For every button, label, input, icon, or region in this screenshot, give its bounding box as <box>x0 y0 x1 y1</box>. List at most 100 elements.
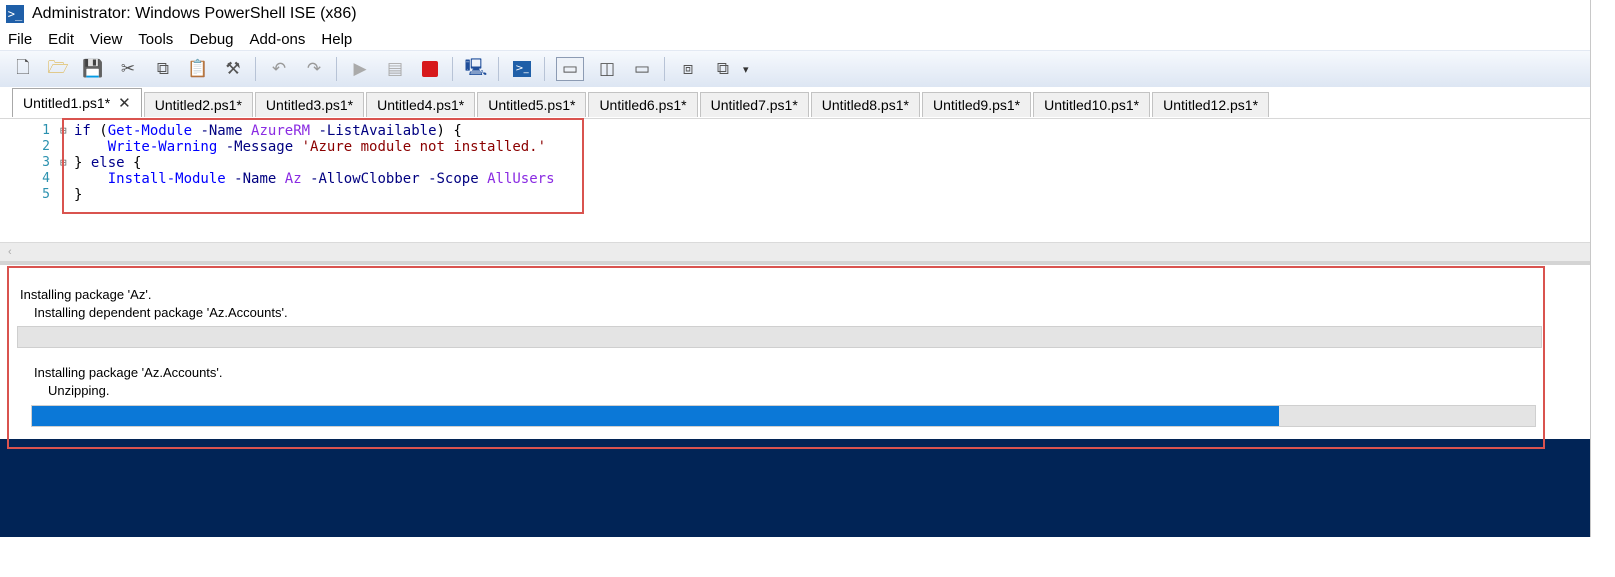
tab-untitled10[interactable]: Untitled10.ps1* <box>1033 92 1151 117</box>
tab-untitled3[interactable]: Untitled3.ps1* <box>254 92 365 117</box>
tab-label: Untitled3.ps1* <box>265 97 354 113</box>
menu-view[interactable]: View <box>90 31 122 48</box>
show-script-max-icon[interactable]: ▭ <box>630 57 654 81</box>
code-token: 'Azure module not installed.' <box>301 139 547 155</box>
code-token: Az <box>284 171 302 187</box>
tab-untitled1[interactable]: Untitled1.ps1* ✕ <box>12 88 142 117</box>
close-icon[interactable]: ✕ <box>118 94 131 112</box>
tab-untitled4[interactable]: Untitled4.ps1* <box>366 92 476 117</box>
tab-label: Untitled9.ps1* <box>932 97 1021 113</box>
progress-activity-1: Installing package 'Az'. <box>20 287 152 302</box>
menu-bar: File Edit View Tools Debug Add-ons Help <box>0 28 1590 50</box>
code-token: Install-Module <box>107 171 226 187</box>
code-token: Write-Warning <box>107 139 218 155</box>
code-token: } <box>74 187 83 203</box>
toolbar-overflow-icon[interactable]: ▾ <box>743 63 749 76</box>
undo-icon[interactable]: ↶ <box>267 57 291 81</box>
menu-help[interactable]: Help <box>321 31 352 48</box>
run-selection-icon[interactable]: ▤ <box>383 57 407 81</box>
code-lines: if (Get-Module -Name AzureRM -ListAvaila… <box>74 123 555 203</box>
show-command-addon-icon[interactable]: ⧉ <box>711 57 735 81</box>
paste-icon[interactable]: 📋 <box>186 57 210 81</box>
code-token: if <box>74 123 91 139</box>
code-line: Write-Warning -Message 'Azure module not… <box>74 139 555 155</box>
line-number: 3 <box>42 155 50 170</box>
code-line: } else { <box>74 155 555 171</box>
code-token: Get-Module <box>107 123 193 139</box>
line-number: 4 <box>42 171 50 186</box>
code-token: ) { <box>436 123 462 139</box>
toolbar-separator <box>544 57 545 81</box>
powershell-ise-window: >_ Administrator: Windows PowerShell ISE… <box>0 0 1591 545</box>
show-command-window-icon[interactable]: ⧈ <box>676 57 700 81</box>
title-bar: >_ Administrator: Windows PowerShell ISE… <box>0 0 1590 28</box>
clear-console-icon[interactable]: ⚒ <box>221 57 245 81</box>
powershell-app-icon: >_ <box>6 5 24 23</box>
tab-untitled2[interactable]: Untitled2.ps1* <box>143 92 253 117</box>
show-script-top-icon[interactable]: ▭ <box>556 57 584 81</box>
remote-powershell-icon[interactable]: 🖳 <box>464 57 488 81</box>
copy-icon[interactable]: ⧉ <box>151 57 175 81</box>
run-script-icon[interactable]: ▶ <box>348 57 372 81</box>
stop-icon[interactable] <box>418 57 442 81</box>
script-tabs: Untitled1.ps1* ✕ Untitled2.ps1* Untitled… <box>0 87 1590 117</box>
tab-label: Untitled7.ps1* <box>710 97 798 113</box>
menu-debug[interactable]: Debug <box>189 31 233 48</box>
code-token: -Scope <box>428 171 479 187</box>
menu-add-ons[interactable]: Add-ons <box>250 31 306 48</box>
tab-untitled5[interactable]: Untitled5.ps1* <box>477 92 587 117</box>
tab-untitled9[interactable]: Untitled9.ps1* <box>921 92 1032 117</box>
code-token: -Name <box>234 171 277 187</box>
code-token: -ListAvailable <box>318 123 437 139</box>
collapse-icon[interactable]: ⊟ <box>60 123 70 139</box>
redo-icon[interactable]: ↷ <box>302 57 326 81</box>
fold-gutter: ⊟ ⊟ <box>60 123 70 203</box>
collapse-icon[interactable]: ⊟ <box>60 155 70 171</box>
code-token: -AllowClobber <box>310 171 420 187</box>
fold-line <box>60 187 70 203</box>
menu-edit[interactable]: Edit <box>48 31 74 48</box>
code-token: { <box>124 155 142 171</box>
save-icon[interactable]: 💾 <box>81 57 105 81</box>
tab-untitled12[interactable]: Untitled12.ps1* <box>1152 92 1270 117</box>
code-line: } <box>74 187 555 203</box>
code-token: AllUsers <box>487 171 555 187</box>
scroll-left-icon[interactable]: ‹ <box>8 243 12 261</box>
fold-line <box>60 139 70 155</box>
open-icon[interactable]: 🗁 <box>46 57 70 81</box>
code-token: else <box>90 155 125 171</box>
line-number: 5 <box>42 187 50 202</box>
menu-tools[interactable]: Tools <box>138 31 173 48</box>
tab-label: Untitled4.ps1* <box>377 97 465 113</box>
powershell-console-icon[interactable]: >_ <box>510 57 534 81</box>
toolbar-separator <box>664 57 665 81</box>
line-number: 2 <box>42 139 50 154</box>
tab-label: Untitled5.ps1* <box>488 97 576 113</box>
tab-untitled7[interactable]: Untitled7.ps1* <box>699 92 809 117</box>
new-script-icon[interactable]: 🗋 <box>11 57 35 81</box>
window-title: Administrator: Windows PowerShell ISE (x… <box>32 5 357 22</box>
tab-label: Untitled10.ps1* <box>1044 97 1140 113</box>
tab-untitled6[interactable]: Untitled6.ps1* <box>588 92 698 117</box>
tab-untitled8[interactable]: Untitled8.ps1* <box>810 92 920 117</box>
tab-label: Untitled8.ps1* <box>821 97 909 113</box>
show-script-right-icon[interactable]: ◫ <box>595 57 619 81</box>
progress-bar-1 <box>17 326 1542 348</box>
toolbar-separator <box>336 57 337 81</box>
menu-file[interactable]: File <box>8 31 32 48</box>
script-editor[interactable]: 1 2 3 4 5 ⊟ ⊟ if (Get-Module -Name Azure… <box>0 118 1590 243</box>
code-token: } <box>74 155 91 171</box>
toolbar-separator <box>498 57 499 81</box>
cut-icon[interactable]: ✂ <box>116 57 140 81</box>
console-pane[interactable]: Installing package 'Az'. Installing depe… <box>0 265 1590 440</box>
code-line: Install-Module -Name Az -AllowClobber -S… <box>74 171 555 187</box>
code-token: ( <box>90 123 108 139</box>
editor-horizontal-scrollbar[interactable]: ‹ <box>0 242 1590 261</box>
console-output-area[interactable] <box>0 439 1590 545</box>
tab-label: Untitled2.ps1* <box>154 97 242 113</box>
